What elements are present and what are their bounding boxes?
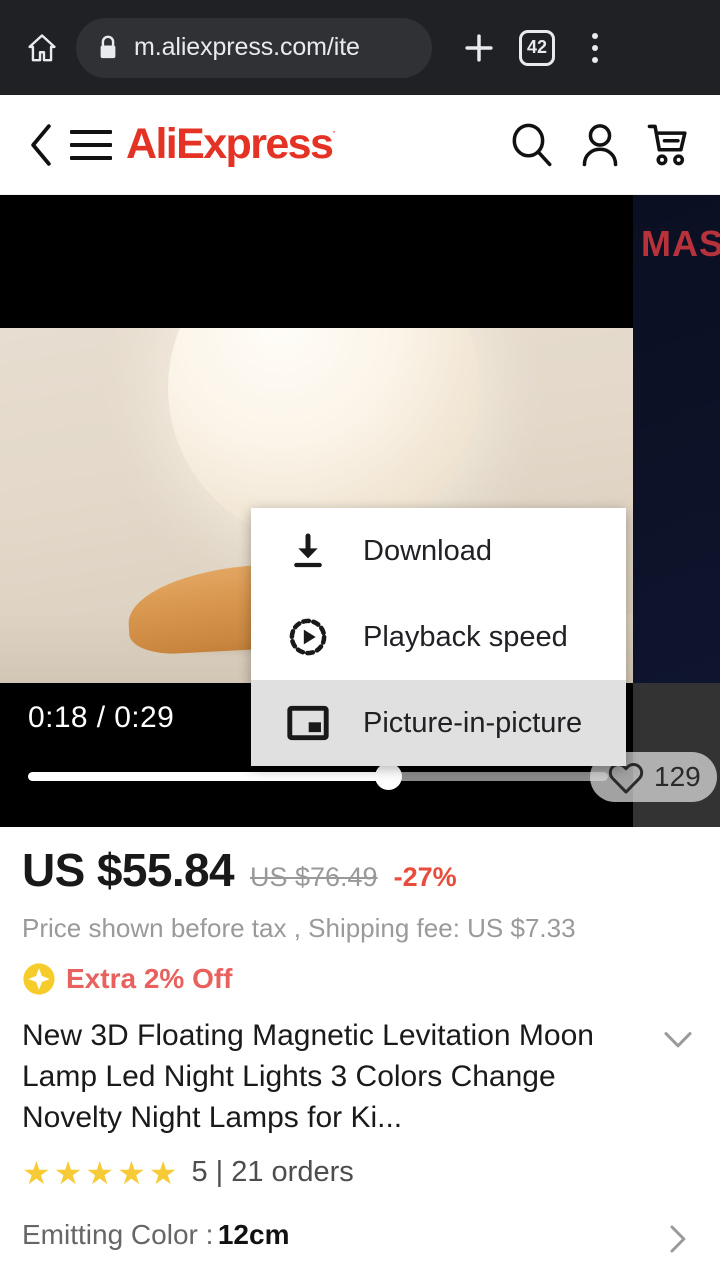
- browser-menu-button[interactable]: [566, 19, 624, 77]
- tab-count-badge: 42: [519, 29, 555, 66]
- home-icon: [28, 33, 56, 61]
- video-timestamp: 0:18 / 0:29: [28, 701, 175, 734]
- next-gallery-slide[interactable]: MASH: [633, 195, 720, 827]
- picture-in-picture-icon: [283, 698, 333, 748]
- plus-icon: [465, 33, 493, 62]
- star-icon: ★: [53, 1154, 83, 1191]
- hamburger-menu-icon: [70, 129, 112, 134]
- promo-text: Extra 2% Off: [66, 963, 233, 994]
- menu-item-playback-speed[interactable]: Playback speed: [251, 594, 626, 680]
- menu-item-download[interactable]: Download: [251, 508, 626, 594]
- back-chevron-icon: [31, 123, 51, 166]
- chevron-right-icon: [670, 1225, 686, 1253]
- url-bar[interactable]: m.aliexpress.com/ite: [76, 17, 432, 78]
- account-icon: [582, 123, 618, 166]
- discount-percent: -27%: [393, 862, 457, 892]
- home-button[interactable]: [14, 20, 70, 76]
- original-price: US $76.49: [249, 862, 378, 892]
- url-text: m.aliexpress.com/ite: [134, 33, 360, 61]
- star-icon: ★: [85, 1154, 115, 1191]
- product-info-panel: US $55.84 US $76.49 -27% Price shown bef…: [0, 827, 720, 1263]
- account-button[interactable]: [566, 111, 634, 179]
- cart-button[interactable]: [634, 111, 702, 179]
- menu-item-playback-speed-label: Playback speed: [363, 620, 568, 653]
- product-title: New 3D Floating Magnetic Levitation Moon…: [22, 1019, 594, 1134]
- page-root: m.aliexpress.com/ite 42 AliExpress˙ 0:18…: [0, 0, 720, 1263]
- video-context-menu: Download Playback speed Picture-in-pictu…: [251, 508, 626, 766]
- browser-toolbar: m.aliexpress.com/ite 42: [0, 0, 720, 95]
- price-row: US $55.84 US $76.49 -27%: [22, 843, 698, 897]
- promo-badge[interactable]: Extra 2% Off: [22, 962, 698, 996]
- star-icon: ★: [148, 1154, 178, 1191]
- chevron-down-icon: [664, 1032, 692, 1048]
- sparkle-icon: [23, 963, 55, 995]
- new-tab-button[interactable]: [450, 19, 508, 77]
- current-price: US $55.84: [22, 844, 235, 896]
- emitting-color-arrow-button[interactable]: [658, 1215, 698, 1255]
- menu-item-download-label: Download: [363, 534, 492, 567]
- tax-shipping-note: Price shown before tax , Shipping fee: U…: [22, 913, 576, 943]
- emitting-color-row[interactable]: Emitting Color : 12cm: [22, 1215, 698, 1255]
- emitting-color-label: Emitting Color :: [22, 1219, 214, 1251]
- site-logo-text: AliExpress: [126, 120, 334, 168]
- menu-item-picture-in-picture[interactable]: Picture-in-picture: [251, 680, 626, 766]
- like-count: 129: [654, 761, 701, 792]
- site-menu-button[interactable]: [64, 115, 118, 175]
- playback-speed-icon: [283, 612, 333, 662]
- download-icon: [283, 526, 333, 576]
- tab-switcher-button[interactable]: 42: [508, 19, 566, 77]
- emitting-color-value: 12cm: [217, 1219, 290, 1251]
- star-icon: ★: [22, 1154, 51, 1191]
- next-slide-text: MASH: [641, 223, 720, 264]
- rating-row[interactable]: ★ ★ ★ ★ ★ 5 | 21 orders: [22, 1156, 698, 1189]
- rating-and-orders: 5 | 21 orders: [191, 1156, 354, 1189]
- star-icon: ★: [117, 1154, 146, 1191]
- back-button[interactable]: [18, 115, 64, 175]
- product-title-row[interactable]: New 3D Floating Magnetic Levitation Moon…: [22, 1016, 698, 1138]
- overflow-menu-icon: [592, 32, 598, 63]
- lock-icon: [100, 35, 116, 58]
- search-icon: [512, 123, 552, 166]
- video-progress-bar[interactable]: [28, 763, 608, 790]
- video-progress-fill: [28, 772, 388, 781]
- star-rating: ★ ★ ★ ★ ★: [22, 1157, 177, 1189]
- menu-item-picture-in-picture-label: Picture-in-picture: [363, 706, 583, 739]
- site-logo[interactable]: AliExpress˙: [126, 120, 338, 169]
- site-header: AliExpress˙: [0, 95, 720, 195]
- cart-icon: [647, 124, 687, 165]
- search-button[interactable]: [498, 111, 566, 179]
- title-expand-button[interactable]: [658, 1016, 698, 1056]
- video-progress-handle[interactable]: [374, 763, 402, 790]
- site-logo-tm: ˙: [332, 129, 337, 147]
